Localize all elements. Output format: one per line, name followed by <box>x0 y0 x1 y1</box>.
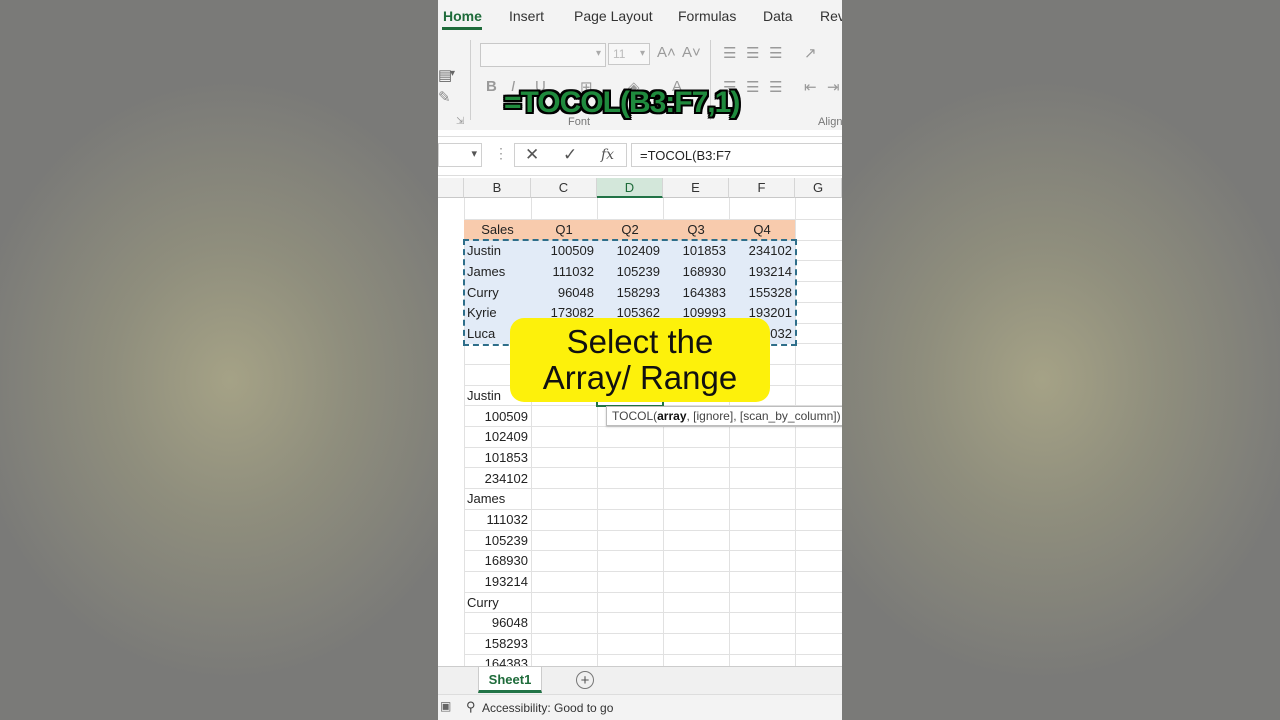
worksheet-grid[interactable]: B C D E F G Sales Q1 Q2 Q3 Q4 Justin 100… <box>438 178 842 676</box>
list-item[interactable]: 101853 <box>464 448 531 468</box>
list-item[interactable]: 234102 <box>464 469 531 489</box>
format-painter-icon[interactable]: ✎ <box>438 88 451 106</box>
formula-input[interactable]: =TOCOL(B3:F7 <box>631 143 842 167</box>
list-item[interactable]: 105239 <box>464 531 531 551</box>
accessibility-status[interactable]: Accessibility: Good to go <box>482 701 613 715</box>
tooltip-remaining-args: , [ignore], [scan_by_column]) <box>686 409 841 423</box>
list-item[interactable]: 100509 <box>464 407 531 427</box>
orientation-icon[interactable]: ↗ <box>804 44 817 62</box>
status-bar: ▣ ⚲ Accessibility: Good to go <box>438 694 842 720</box>
tab-home[interactable]: Home <box>443 8 482 24</box>
align-top-icon[interactable]: ☰ <box>723 44 736 62</box>
align-bottom-icon[interactable]: ☰ <box>769 44 782 62</box>
column-header-e[interactable]: E <box>663 178 729 198</box>
ribbon-separator <box>470 40 471 120</box>
tooltip-function-name[interactable]: TOCOL( <box>612 409 657 423</box>
list-item[interactable]: 111032 <box>464 510 531 530</box>
instruction-callout: Select the Array/ Range <box>510 318 770 402</box>
accessibility-icon[interactable]: ⚲ <box>466 699 476 715</box>
column-header-f[interactable]: F <box>729 178 795 198</box>
sheet-tab-sheet1[interactable]: Sheet1 <box>478 667 542 693</box>
align-right-icon[interactable]: ☰ <box>769 78 782 96</box>
table-header-q4[interactable]: Q4 <box>729 220 795 240</box>
tab-data[interactable]: Data <box>763 8 793 24</box>
font-name-dropdown[interactable]: ▾ <box>480 43 606 67</box>
tab-insert[interactable]: Insert <box>509 8 544 24</box>
add-sheet-icon[interactable]: + <box>576 671 594 689</box>
column-header-b[interactable]: B <box>464 178 531 198</box>
tab-page-layout[interactable]: Page Layout <box>574 8 653 24</box>
list-item[interactable]: James <box>464 489 531 509</box>
font-size-value: 11 <box>613 47 626 61</box>
formula-buttons: ✕ ✓ fx <box>514 143 627 167</box>
callout-line-2: Array/ Range <box>542 359 738 396</box>
table-header-q3[interactable]: Q3 <box>663 220 729 240</box>
tab-formulas[interactable]: Formulas <box>678 8 736 24</box>
align-center-icon[interactable]: ☰ <box>746 78 759 96</box>
insert-function-icon[interactable]: fx <box>601 147 614 163</box>
align-middle-icon[interactable]: ☰ <box>746 44 759 62</box>
video-background-left <box>0 0 438 720</box>
list-item[interactable]: Curry <box>464 593 531 613</box>
excel-window: Home Insert Page Layout Formulas Data Re… <box>438 0 842 720</box>
column-header-d[interactable]: D <box>597 178 663 198</box>
increase-indent-icon[interactable]: ⇥ <box>827 78 840 96</box>
table-header-sales[interactable]: Sales <box>464 220 531 240</box>
column-header-g[interactable]: G <box>795 178 842 198</box>
tab-review[interactable]: Rev <box>820 8 842 24</box>
bold-icon[interactable]: B <box>486 78 497 95</box>
dialog-launcher-icon[interactable]: ⇲ <box>456 116 464 127</box>
formula-bar: ▾ ⋮ ✕ ✓ fx =TOCOL(B3:F7 <box>438 136 842 176</box>
decrease-font-size-icon[interactable]: A˅ <box>682 44 701 61</box>
more-options-icon[interactable]: ⋮ <box>494 145 508 162</box>
macro-record-icon[interactable]: ▣ <box>440 699 451 713</box>
select-all-corner[interactable] <box>438 178 464 198</box>
list-item[interactable]: 96048 <box>464 613 531 633</box>
font-size-dropdown[interactable]: 11 ▾ <box>608 43 650 65</box>
list-item[interactable]: 193214 <box>464 572 531 592</box>
list-item[interactable]: 102409 <box>464 427 531 447</box>
table-header-q2[interactable]: Q2 <box>597 220 663 240</box>
name-box[interactable]: ▾ <box>438 143 482 167</box>
ribbon-tab-bar: Home Insert Page Layout Formulas Data Re… <box>438 0 842 32</box>
active-tab-indicator <box>442 27 482 30</box>
chevron-down-icon: ▾ <box>639 48 645 59</box>
list-item[interactable]: 158293 <box>464 634 531 654</box>
decrease-indent-icon[interactable]: ⇤ <box>804 78 817 96</box>
alignment-group-label: Align <box>818 116 842 128</box>
callout-line-1: Select the <box>566 323 714 360</box>
enter-icon[interactable]: ✓ <box>563 145 577 165</box>
column-header-c[interactable]: C <box>531 178 597 198</box>
list-item[interactable]: 164383 <box>464 654 531 666</box>
formula-caption-overlay: =TOCOL(B3:F7,1) <box>504 86 740 119</box>
sheet-tab-bar: Sheet1 + <box>438 666 842 695</box>
chevron-down-icon: ▾ <box>471 148 477 160</box>
increase-font-size-icon[interactable]: A˄ <box>657 44 676 61</box>
list-item[interactable]: 168930 <box>464 551 531 571</box>
table-header-q1[interactable]: Q1 <box>531 220 597 240</box>
function-tooltip: TOCOL(array, [ignore], [scan_by_column]) <box>606 406 842 426</box>
chevron-down-icon: ▾ <box>595 48 601 59</box>
tooltip-current-arg[interactable]: array <box>657 409 686 423</box>
video-background-right <box>842 0 1280 720</box>
cancel-icon[interactable]: ✕ <box>525 145 539 165</box>
paste-dropdown-icon[interactable]: ▾ <box>450 68 455 79</box>
